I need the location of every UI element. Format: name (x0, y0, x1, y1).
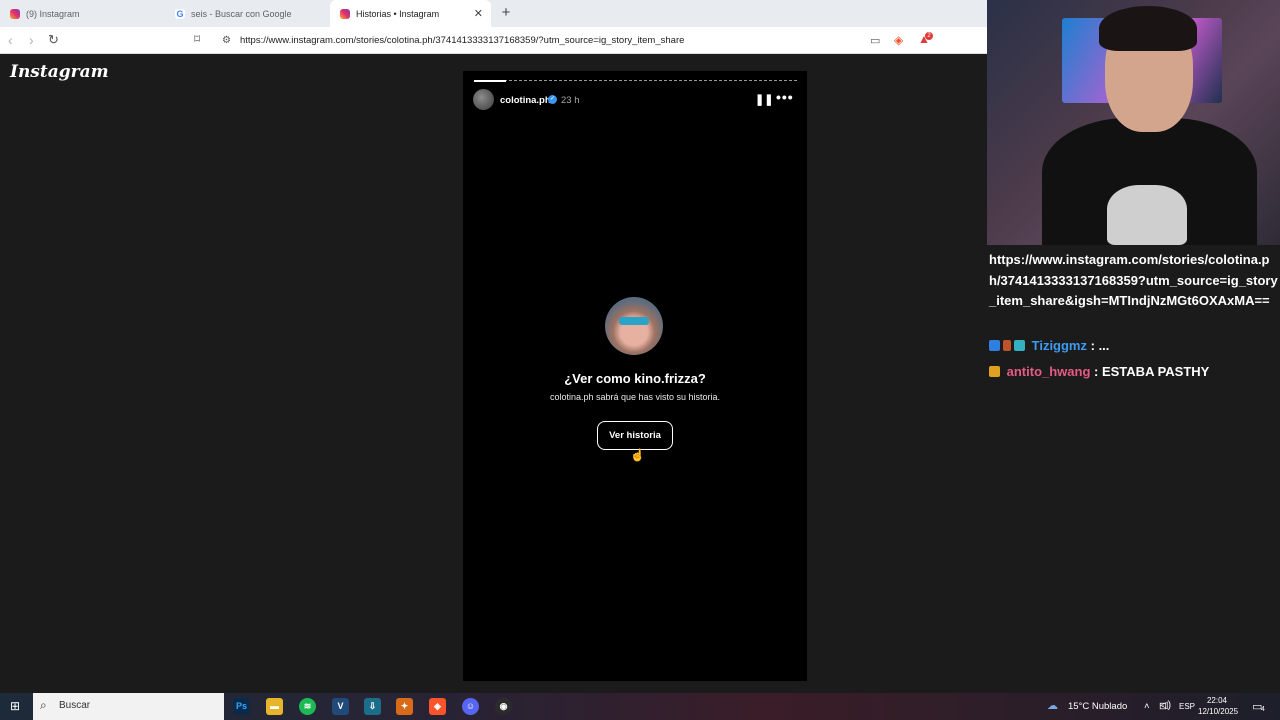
url-text[interactable]: https://www.instagram.com/stories/coloti… (240, 35, 684, 46)
brave-taskbar-icon[interactable]: ◈ (429, 698, 446, 715)
chat-text: ESTABA PASTHY (1101, 364, 1210, 379)
chat-message: Tiziggmz : ... (989, 338, 1109, 353)
installer-icon[interactable]: ⇩ (364, 698, 381, 715)
chat-username[interactable]: Tiziggmz (1032, 338, 1087, 353)
obs-icon[interactable]: ◉ (495, 698, 512, 715)
story-progress-fill (474, 80, 507, 82)
story-author-avatar[interactable] (473, 89, 494, 110)
avatar-glasses (619, 317, 649, 325)
chat-url-message: https://www.instagram.com/stories/coloti… (989, 252, 1278, 309)
tab-label: seis - Buscar con Google (191, 8, 292, 19)
windows-taskbar: ⊞ ⌕ Buscar Ps ▬ ≋ V ⇩ ✦ ◈ ☺ ◉ ☁ 15°C Nub… (0, 693, 1280, 720)
windows-start-icon[interactable]: ⊞ (10, 699, 20, 713)
chat-separator: : (1087, 338, 1099, 353)
weather-text[interactable]: 15°C Nublado (1068, 701, 1127, 712)
address-bar[interactable]: ⚙ https://www.instagram.com/stories/colo… (214, 30, 939, 51)
tab-bar: (9) Instagram G seis - Buscar con Google… (0, 0, 987, 27)
volume-icon[interactable]: ◁) (1160, 700, 1171, 711)
browser-window: (9) Instagram G seis - Buscar con Google… (0, 0, 987, 693)
tab-instagram[interactable]: (9) Instagram (0, 0, 165, 27)
search-icon: ⌕ (40, 698, 47, 712)
stream-chat: https://www.instagram.com/stories/coloti… (987, 245, 1280, 693)
google-favicon-icon: G (175, 8, 185, 19)
taskbar-search[interactable]: ⌕ Buscar (33, 693, 224, 720)
taskbar-clock[interactable]: 22:04 12/10/2025 (1198, 695, 1239, 717)
instagram-page: Instagram colotina.ph ✓ 23 h ❚❚ ••• ¿Ver… (0, 54, 987, 693)
new-tab-button[interactable]: + (498, 4, 514, 21)
tab-label: Historias • Instagram (356, 8, 440, 19)
shirt-print (1107, 185, 1187, 245)
bits-badge-icon (1003, 340, 1011, 351)
story-progress-bar (474, 80, 797, 82)
notification-count: 4 (1261, 706, 1265, 713)
instagram-favicon-icon (10, 8, 20, 19)
view-as-prompt-title: ¿Ver como kino.frizza? (564, 371, 706, 386)
search-placeholder: Buscar (59, 700, 91, 711)
instagram-favicon-icon (340, 8, 350, 19)
language-indicator[interactable]: ESP (1179, 702, 1195, 711)
chat-message: antito_hwang : ESTABA PASTHY (989, 364, 1209, 379)
story-timestamp: 23 h (561, 95, 580, 106)
reload-icon[interactable]: ↻ (48, 32, 59, 48)
crown-badge-icon (989, 366, 1000, 377)
bookmark-icon[interactable]: ⌑ (194, 32, 200, 46)
rewards-badge: 2 (925, 32, 933, 40)
photoshop-icon[interactable]: Ps (233, 698, 250, 715)
spotify-icon[interactable]: ≋ (299, 698, 316, 715)
file-explorer-icon[interactable]: ▬ (266, 698, 283, 715)
tray-chevron-icon[interactable]: ˄ (1144, 701, 1150, 712)
mouse-cursor-icon: ☝ (630, 448, 645, 462)
discord-icon[interactable]: ☺ (462, 698, 479, 715)
tab-google-search[interactable]: G seis - Buscar con Google (165, 0, 330, 27)
fl-studio-icon[interactable]: ✦ (396, 698, 413, 715)
browser-toolbar: ‹ › ↻ ⌑ ⚙ https://www.instagram.com/stor… (0, 27, 987, 54)
story-username[interactable]: colotina.ph (500, 95, 551, 106)
close-tab-icon[interactable]: ✕ (474, 7, 483, 20)
site-info-icon[interactable]: ⚙ (222, 35, 231, 46)
clock-time: 22:04 (1206, 696, 1228, 705)
instagram-logo[interactable]: Instagram (10, 62, 109, 82)
vegas-icon[interactable]: V (332, 698, 349, 715)
view-as-prompt-subtitle: colotina.ph sabrá que has visto su histo… (549, 392, 721, 402)
chat-username[interactable]: antito_hwang (1007, 364, 1091, 379)
tab-historias[interactable]: Historias • Instagram ✕ (330, 0, 491, 27)
webcam-overlay (987, 0, 1280, 245)
brave-shields-icon[interactable]: ◈ (894, 33, 903, 47)
game-badge-icon (1014, 340, 1025, 351)
more-options-icon[interactable]: ••• (776, 89, 794, 105)
view-story-button[interactable]: Ver historia (597, 421, 673, 450)
clock-date: 12/10/2025 (1198, 707, 1239, 716)
back-icon[interactable]: ‹ (8, 32, 13, 48)
forward-icon[interactable]: › (29, 32, 34, 48)
pause-icon[interactable]: ❚❚ (755, 93, 773, 106)
verified-icon: ✓ (548, 95, 557, 104)
story-viewer: colotina.ph ✓ 23 h ❚❚ ••• ¿Ver como kino… (463, 71, 807, 681)
tab-label: (9) Instagram (26, 8, 80, 19)
cast-icon[interactable]: ▭ (870, 34, 880, 47)
chat-text: ... (1098, 338, 1110, 353)
streamer-hair (1099, 6, 1197, 51)
sub-badge-icon (989, 340, 1000, 351)
chat-separator: : (1090, 364, 1102, 379)
weather-cloud-icon: ☁ (1047, 700, 1058, 712)
viewer-profile-avatar (605, 297, 663, 355)
